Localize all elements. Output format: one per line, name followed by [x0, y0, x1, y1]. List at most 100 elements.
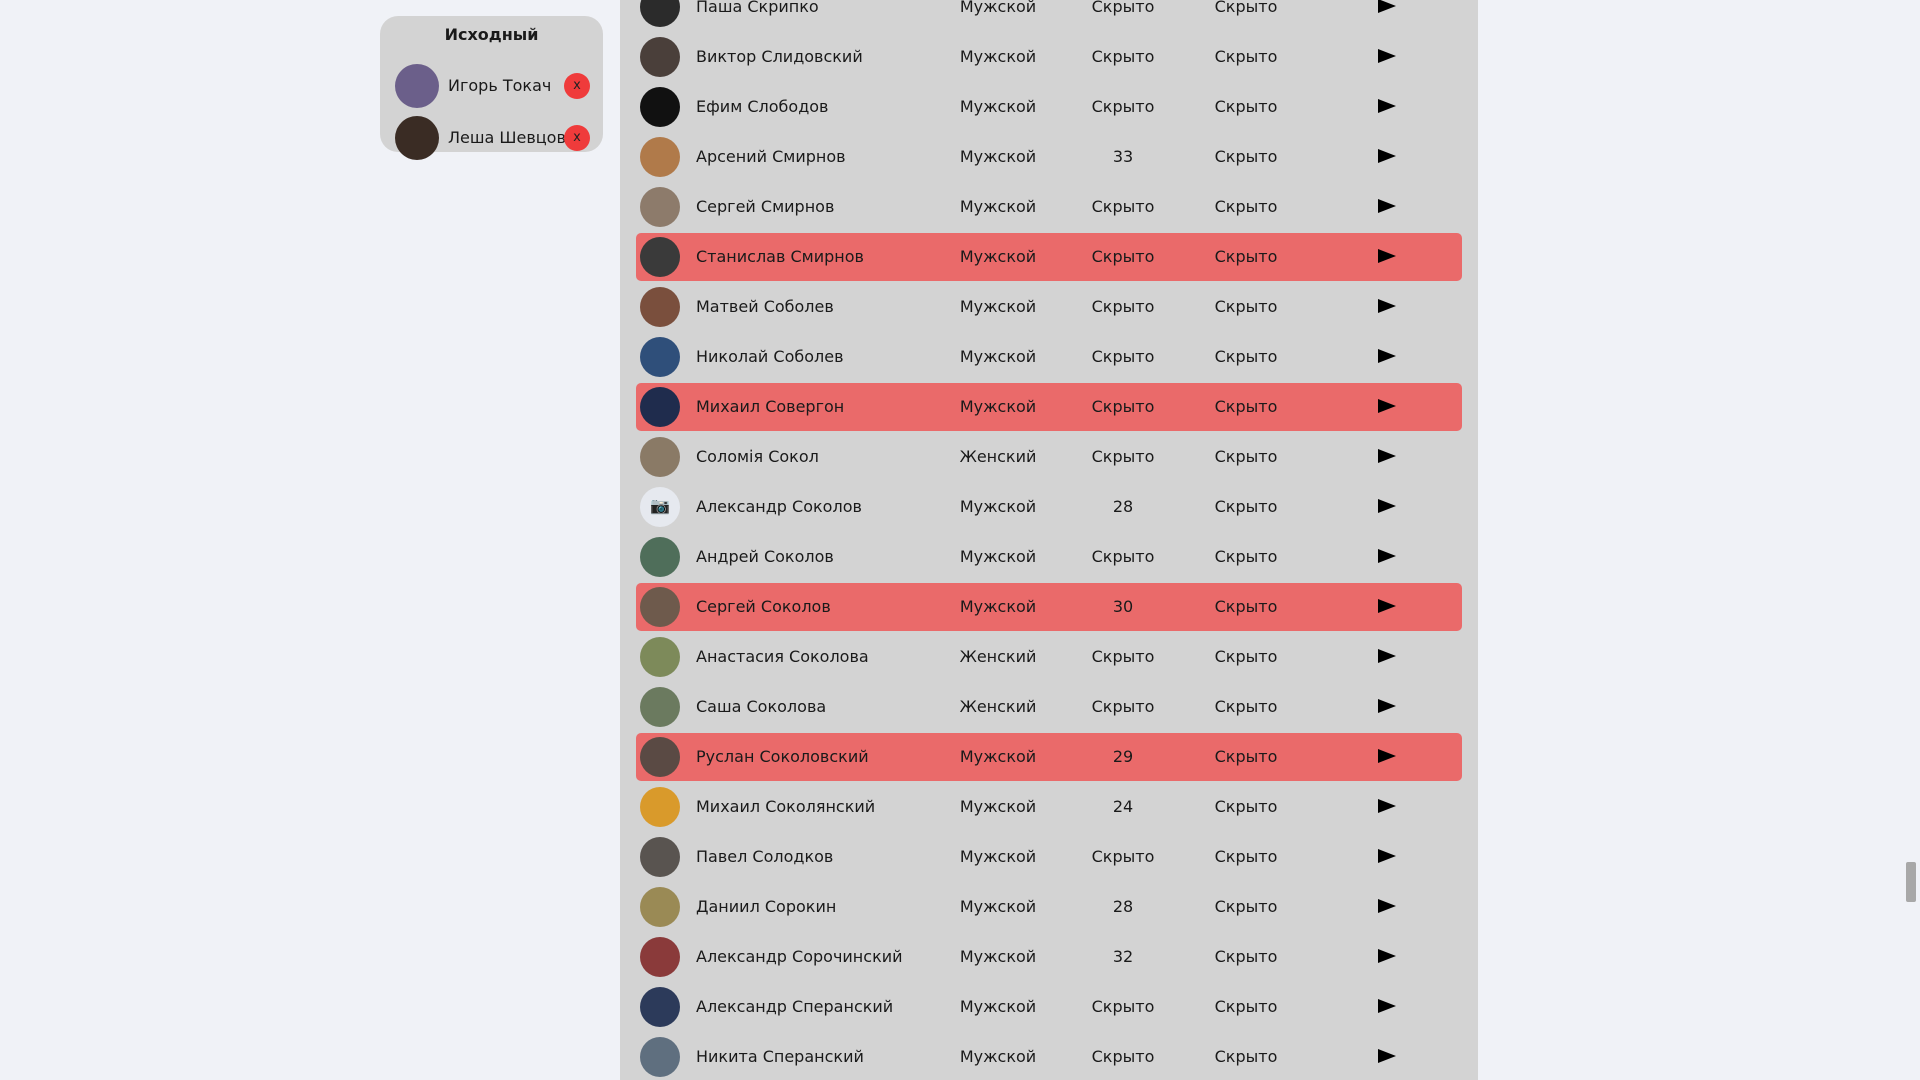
- user-age: Скрыто: [1091, 847, 1155, 866]
- table-row[interactable]: Виктор Слидовский Мужской Скрыто Скрыто: [636, 33, 1462, 81]
- user-city: Скрыто: [1214, 947, 1278, 966]
- avatar: [640, 337, 680, 377]
- user-city: Скрыто: [1214, 647, 1278, 666]
- play-icon[interactable]: [1378, 99, 1396, 113]
- user-city: Скрыто: [1214, 797, 1278, 816]
- remove-button[interactable]: x: [564, 73, 590, 99]
- user-age: Скрыто: [1091, 697, 1155, 716]
- play-icon[interactable]: [1378, 249, 1396, 263]
- scrollbar-thumb[interactable]: [1906, 862, 1916, 902]
- user-name[interactable]: Сергей Смирнов: [696, 197, 834, 217]
- user-name[interactable]: Анастасия Соколова: [696, 647, 869, 667]
- play-icon[interactable]: [1378, 749, 1396, 763]
- user-gender: Мужской: [959, 947, 1037, 966]
- user-age: 24: [1112, 797, 1134, 816]
- user-city: Скрыто: [1214, 197, 1278, 216]
- play-icon[interactable]: [1378, 999, 1396, 1013]
- user-gender: Мужской: [959, 797, 1037, 816]
- user-name[interactable]: Станислав Смирнов: [696, 247, 864, 267]
- table-row[interactable]: Саша Соколова Женский Скрыто Скрыто: [636, 683, 1462, 731]
- user-gender: Мужской: [959, 147, 1037, 166]
- user-name[interactable]: Арсений Смирнов: [696, 147, 846, 167]
- play-icon[interactable]: [1378, 949, 1396, 963]
- play-icon[interactable]: [1378, 1049, 1396, 1063]
- play-icon[interactable]: [1378, 349, 1396, 363]
- user-name[interactable]: Руслан Соколовский: [696, 747, 869, 767]
- play-icon[interactable]: [1378, 799, 1396, 813]
- user-city: Скрыто: [1214, 147, 1278, 166]
- table-row[interactable]: Михаил Совергон Мужской Скрыто Скрыто: [636, 383, 1462, 431]
- user-name[interactable]: Саша Соколова: [696, 697, 826, 717]
- user-name[interactable]: Андрей Соколов: [696, 547, 834, 567]
- user-gender: Мужской: [959, 847, 1037, 866]
- play-icon[interactable]: [1378, 199, 1396, 213]
- table-row[interactable]: Сергей Смирнов Мужской Скрыто Скрыто: [636, 183, 1462, 231]
- user-name[interactable]: Даниил Сорокин: [696, 897, 836, 917]
- user-age: 28: [1112, 897, 1134, 916]
- user-gender: Мужской: [959, 297, 1037, 316]
- table-row[interactable]: Соломія Сокол Женский Скрыто Скрыто: [636, 433, 1462, 481]
- user-name[interactable]: Александр Соколов: [696, 497, 862, 517]
- user-name[interactable]: Николай Соболев: [696, 347, 844, 367]
- avatar: [640, 837, 680, 877]
- user-age: Скрыто: [1091, 1047, 1155, 1066]
- user-city: Скрыто: [1214, 97, 1278, 116]
- table-row[interactable]: Андрей Соколов Мужской Скрыто Скрыто: [636, 533, 1462, 581]
- table-row[interactable]: Александр Сперанский Мужской Скрыто Скрыто: [636, 983, 1462, 1031]
- table-row[interactable]: Михаил Соколянский Мужской 24 Скрыто: [636, 783, 1462, 831]
- user-age: Скрыто: [1091, 547, 1155, 566]
- table-row[interactable]: Павел Солодков Мужской Скрыто Скрыто: [636, 833, 1462, 881]
- table-row[interactable]: 📷 Александр Соколов Мужской 28 Скрыто: [636, 483, 1462, 531]
- play-icon[interactable]: [1378, 399, 1396, 413]
- user-gender: Мужской: [959, 247, 1037, 266]
- table-row[interactable]: Ефим Слободов Мужской Скрыто Скрыто: [636, 83, 1462, 131]
- avatar: [640, 687, 680, 727]
- remove-button[interactable]: x: [564, 125, 590, 151]
- source-title: Исходный: [444, 25, 539, 44]
- user-name[interactable]: Александр Сорочинский: [696, 947, 903, 967]
- table-row[interactable]: Никита Сперанский Мужской Скрыто Скрыто: [636, 1033, 1462, 1080]
- user-age: Скрыто: [1091, 247, 1155, 266]
- avatar: [395, 116, 439, 160]
- avatar: [395, 64, 439, 108]
- play-icon[interactable]: [1378, 699, 1396, 713]
- user-name[interactable]: Виктор Слидовский: [696, 47, 863, 67]
- user-name[interactable]: Михаил Соколянский: [696, 797, 875, 817]
- user-name[interactable]: Александр Сперанский: [696, 997, 893, 1017]
- user-name[interactable]: Павел Солодков: [696, 847, 833, 867]
- user-gender: Мужской: [959, 47, 1037, 66]
- table-row[interactable]: Анастасия Соколова Женский Скрыто Скрыто: [636, 633, 1462, 681]
- play-icon[interactable]: [1378, 499, 1396, 513]
- play-icon[interactable]: [1378, 0, 1396, 13]
- play-icon[interactable]: [1378, 549, 1396, 563]
- user-name[interactable]: Ефим Слободов: [696, 97, 828, 117]
- table-row[interactable]: Станислав Смирнов Мужской Скрыто Скрыто: [636, 233, 1462, 281]
- table-row[interactable]: Сергей Соколов Мужской 30 Скрыто: [636, 583, 1462, 631]
- user-age: 28: [1112, 497, 1134, 516]
- play-icon[interactable]: [1378, 149, 1396, 163]
- table-row[interactable]: Матвей Соболев Мужской Скрыто Скрыто: [636, 283, 1462, 331]
- table-row[interactable]: Николай Соболев Мужской Скрыто Скрыто: [636, 333, 1462, 381]
- user-gender: Мужской: [959, 497, 1037, 516]
- table-row[interactable]: Даниил Сорокин Мужской 28 Скрыто: [636, 883, 1462, 931]
- user-age: 29: [1112, 747, 1134, 766]
- table-row[interactable]: Александр Сорочинский Мужской 32 Скрыто: [636, 933, 1462, 981]
- play-icon[interactable]: [1378, 649, 1396, 663]
- user-name[interactable]: Соломія Сокол: [696, 447, 819, 467]
- table-row[interactable]: Арсений Смирнов Мужской 33 Скрыто: [636, 133, 1462, 181]
- table-row[interactable]: Руслан Соколовский Мужской 29 Скрыто: [636, 733, 1462, 781]
- play-icon[interactable]: [1378, 899, 1396, 913]
- play-icon[interactable]: [1378, 599, 1396, 613]
- user-name[interactable]: Сергей Соколов: [696, 597, 831, 617]
- user-name[interactable]: Михаил Совергон: [696, 397, 844, 417]
- play-icon[interactable]: [1378, 849, 1396, 863]
- play-icon[interactable]: [1378, 449, 1396, 463]
- play-icon[interactable]: [1378, 49, 1396, 63]
- user-name[interactable]: Паша Скрипко: [696, 0, 819, 17]
- play-icon[interactable]: [1378, 299, 1396, 313]
- user-name[interactable]: Никита Сперанский: [696, 1047, 864, 1067]
- table-row[interactable]: Паша Скрипко Мужской Скрыто Скрыто: [636, 0, 1462, 31]
- source-item: Игорь Токач x: [395, 64, 590, 108]
- user-name[interactable]: Матвей Соболев: [696, 297, 834, 317]
- avatar: [640, 937, 680, 977]
